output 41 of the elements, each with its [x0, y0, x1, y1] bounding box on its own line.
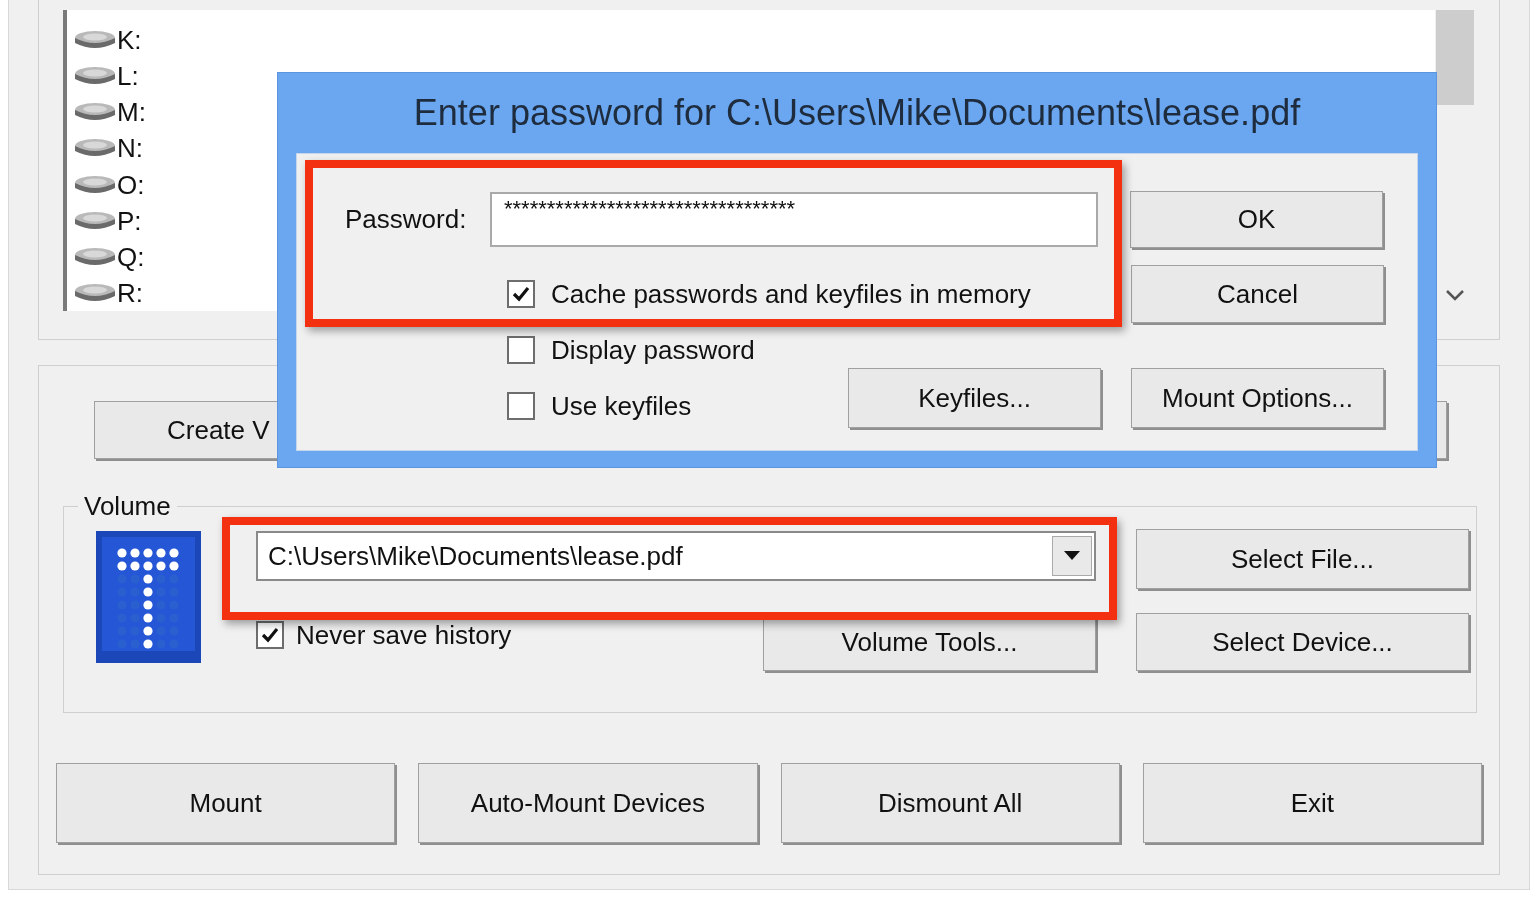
checkbox-label: Use keyfiles — [551, 389, 692, 423]
action-button[interactable]: Exit — [1142, 763, 1482, 843]
keyfiles-button[interactable]: Keyfiles... — [848, 368, 1101, 428]
select-file-button[interactable]: Select File... — [1136, 529, 1469, 589]
drive-letter[interactable]: M: — [117, 99, 146, 126]
drive-icon — [73, 281, 117, 304]
checkbox-label: Cache passwords and keyfiles in memory — [551, 277, 1031, 311]
checkbox[interactable] — [256, 621, 284, 649]
checkbox[interactable] — [507, 336, 535, 364]
dialog-title: Enter password for C:\Users\Mike\Documents\lease.pdf — [413, 91, 1301, 135]
chevron-down-icon[interactable] — [1445, 289, 1465, 301]
drive-icon — [73, 245, 117, 268]
password-label: Password: — [345, 203, 468, 236]
cancel-button[interactable]: Cancel — [1131, 265, 1384, 323]
checkbox-label: Never save history — [296, 622, 512, 648]
volume-path: C:\Users\Mike\Documents\lease.pdf — [267, 539, 684, 573]
checkbox-label: Display password — [551, 333, 755, 367]
checkbox[interactable] — [507, 392, 535, 420]
app-logo-icon — [96, 531, 201, 663]
action-button[interactable]: Dismount All — [780, 763, 1120, 843]
volume-path-combobox[interactable]: C:\Users\Mike\Documents\lease.pdf — [256, 531, 1096, 581]
mount-options-button[interactable]: Mount Options... — [1131, 368, 1384, 428]
drive-letter[interactable]: K: — [117, 27, 142, 54]
select-device-button[interactable]: Select Device... — [1136, 613, 1469, 671]
group-label: Volume — [83, 491, 172, 521]
action-button[interactable]: Mount — [56, 763, 396, 843]
drive-letter[interactable]: Q: — [117, 243, 145, 270]
drive-icon — [73, 173, 117, 196]
check-icon — [511, 284, 531, 304]
drive-letter[interactable]: P: — [117, 207, 142, 234]
drive-letter[interactable]: N: — [117, 135, 143, 162]
drive-letter[interactable]: O: — [117, 171, 145, 198]
drive-letter[interactable]: R: — [117, 279, 143, 306]
drive-letter[interactable]: L: — [117, 63, 139, 90]
check-icon — [260, 625, 280, 645]
checkbox[interactable] — [507, 280, 535, 308]
password-field[interactable]: ********************************** — [490, 192, 1098, 247]
scroll-thumb[interactable] — [1436, 10, 1474, 105]
drive-icon — [73, 209, 117, 232]
ok-button[interactable]: OK — [1130, 191, 1383, 248]
action-button[interactable]: Auto-Mount Devices — [418, 763, 758, 843]
